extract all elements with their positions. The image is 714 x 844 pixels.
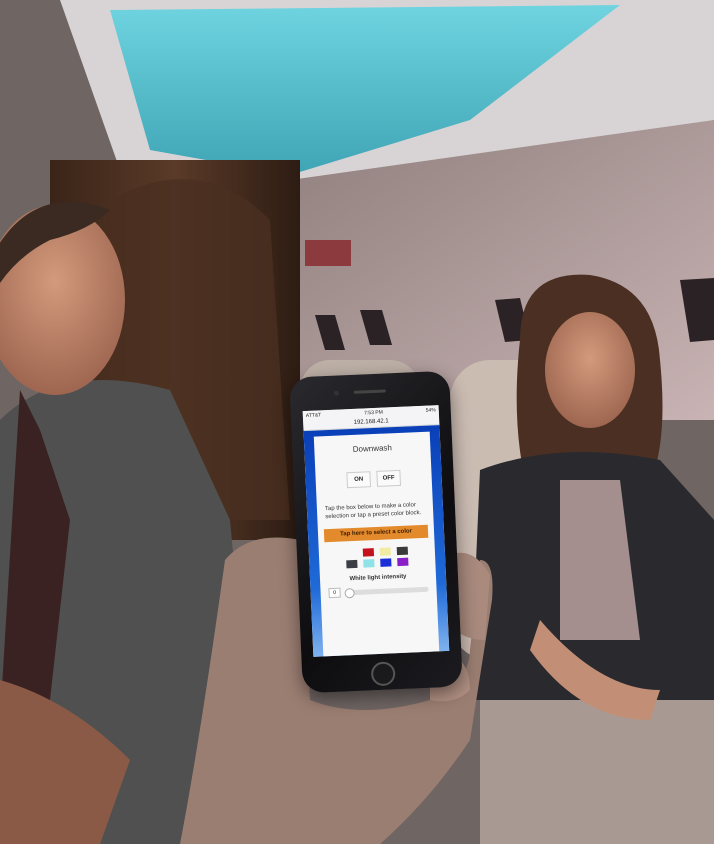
slider-knob[interactable] <box>344 587 355 598</box>
white-light-slider[interactable] <box>344 586 429 598</box>
preset-color-swatch[interactable] <box>380 558 392 567</box>
carrier-label: ATT&T <box>305 412 322 419</box>
speaker-grille <box>353 389 386 394</box>
photo-scene: ATT&T 7:53 PM 54% 192.168.42.1 Downwash … <box>0 0 714 844</box>
on-button[interactable]: ON <box>346 471 372 489</box>
control-panel: Downwash ON OFF Tap the box below to mak… <box>313 431 440 657</box>
battery-label: 54% <box>425 407 436 414</box>
instructions-text: Tap the box below to make a color select… <box>324 502 422 521</box>
front-camera <box>333 390 340 396</box>
preset-color-swatch[interactable] <box>379 547 392 556</box>
preset-color-swatch[interactable] <box>396 546 409 556</box>
smartphone: ATT&T 7:53 PM 54% 192.168.42.1 Downwash … <box>289 370 463 694</box>
preset-color-swatch[interactable] <box>397 557 409 567</box>
white-light-label: White light intensity <box>349 573 407 583</box>
off-button[interactable]: OFF <box>376 469 402 487</box>
preset-color-grid <box>319 545 436 569</box>
white-light-control: 0 <box>328 584 429 599</box>
home-button[interactable] <box>370 661 396 687</box>
preset-color-swatch[interactable] <box>346 559 358 569</box>
preset-color-swatch[interactable] <box>362 548 375 557</box>
power-buttons: ON OFF <box>315 469 432 490</box>
clock-label: 7:53 PM <box>364 409 383 417</box>
preset-color-swatch[interactable] <box>363 559 375 568</box>
white-light-value[interactable]: 0 <box>328 587 341 599</box>
phone-screen: ATT&T 7:53 PM 54% 192.168.42.1 Downwash … <box>302 405 450 657</box>
select-color-button[interactable]: Tap here to select a color <box>323 524 429 543</box>
web-content: Downwash ON OFF Tap the box below to mak… <box>303 425 450 657</box>
panel-title: Downwash <box>352 443 393 454</box>
